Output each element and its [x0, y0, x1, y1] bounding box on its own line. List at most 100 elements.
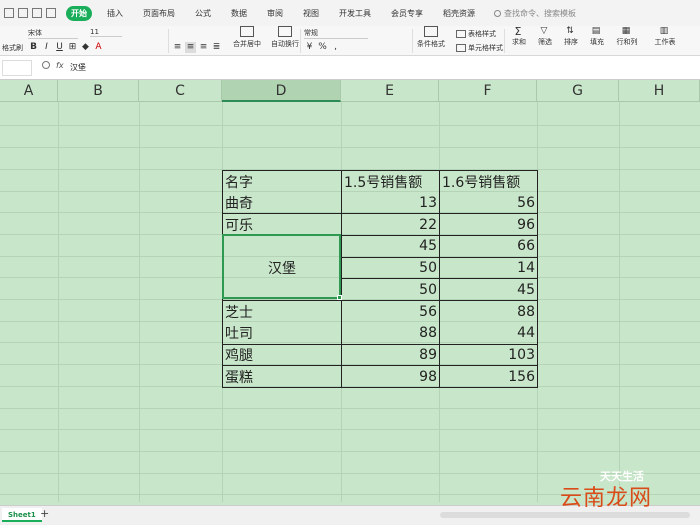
merge-icon: [240, 26, 254, 37]
sheet-tab-sheet1[interactable]: Sheet1: [2, 508, 42, 522]
cell-sales-1-5[interactable]: 98: [341, 365, 440, 388]
rows-columns-icon: ▦: [621, 26, 631, 36]
cell-sales-1-6[interactable]: 66: [439, 235, 538, 258]
tab-member[interactable]: 会员专享: [386, 6, 428, 21]
tab-page-layout[interactable]: 页面布局: [138, 6, 180, 21]
tab-data[interactable]: 数据: [226, 6, 252, 21]
column-header-f[interactable]: F: [439, 80, 537, 102]
bold-icon[interactable]: B: [28, 42, 39, 53]
redo-icon[interactable]: [46, 8, 56, 18]
column-header-h[interactable]: H: [619, 80, 700, 102]
cell-sales-1-5[interactable]: 89: [341, 343, 440, 367]
fill-color-icon[interactable]: ◆: [80, 42, 91, 53]
menu-bar: 开始 插入 页面布局 公式 数据 审阅 视图 开发工具 会员专享 稻壳资源 查找…: [0, 0, 700, 26]
print-icon[interactable]: [18, 8, 28, 18]
tab-resources[interactable]: 稻壳资源: [438, 6, 480, 21]
conditional-format-button[interactable]: 条件格式: [416, 26, 446, 49]
number-format-select[interactable]: 常规: [304, 28, 368, 39]
column-header-d[interactable]: D: [222, 80, 341, 102]
column-header-b[interactable]: B: [58, 80, 139, 102]
worksheet-button[interactable]: ▥ 工作表: [648, 26, 682, 47]
cell-sales-1-6[interactable]: 56: [439, 192, 538, 215]
cell-sales-1-5[interactable]: 50: [341, 256, 440, 280]
add-sheet-button[interactable]: +: [40, 507, 49, 520]
cell-name[interactable]: 曲奇: [222, 192, 342, 215]
cond-format-icon: [424, 26, 438, 37]
header-sales-1-5[interactable]: 1.5号销售额: [341, 170, 440, 193]
thousands-icon[interactable]: ,: [330, 42, 341, 53]
font-color-icon[interactable]: A: [93, 42, 104, 53]
sales-table: 名字 1.5号销售额 1.6号销售额 曲奇 13 56 可乐 22 96 汉堡 …: [222, 170, 538, 388]
cell-name[interactable]: 鸡腿: [222, 343, 342, 367]
justify-icon[interactable]: ≣: [211, 42, 222, 53]
cell-name[interactable]: 蛋糕: [222, 365, 342, 388]
cell-sales-1-5[interactable]: 13: [341, 192, 440, 215]
cell-name[interactable]: 可乐: [222, 213, 342, 237]
cell-sales-1-5[interactable]: 88: [341, 322, 440, 344]
fill-button[interactable]: ▤ 填充: [585, 26, 609, 47]
tab-start[interactable]: 开始: [66, 5, 92, 21]
filter-icon: ▽: [540, 26, 548, 36]
command-search[interactable]: 查找命令、搜索模板: [494, 8, 576, 19]
font-name-value: 宋体: [28, 29, 42, 37]
column-header-g[interactable]: G: [537, 80, 619, 102]
header-sales-1-6[interactable]: 1.6号销售额: [439, 170, 538, 193]
wrap-text-button[interactable]: 自动换行: [270, 26, 300, 49]
table-style-button[interactable]: 表格样式: [456, 29, 496, 39]
name-box[interactable]: [2, 60, 32, 76]
formula-input[interactable]: 汉堡: [70, 62, 86, 73]
zoom-icon[interactable]: [42, 61, 50, 69]
format-painter-label: 格式刷: [2, 44, 23, 52]
column-header-c[interactable]: C: [139, 80, 222, 102]
merge-center-button[interactable]: 合并居中: [230, 26, 264, 49]
align-right-icon[interactable]: ≡: [198, 42, 209, 53]
italic-icon[interactable]: I: [41, 42, 52, 53]
cell-name[interactable]: 吐司: [222, 322, 342, 344]
table-row: 蛋糕 98 156: [222, 365, 538, 388]
watermark-logo: 云南龙网: [560, 486, 653, 511]
header-name[interactable]: 名字: [222, 170, 342, 193]
undo-icon[interactable]: [32, 8, 42, 18]
column-header-a[interactable]: A: [0, 80, 58, 102]
cell-style-button[interactable]: 单元格样式: [456, 43, 503, 53]
cond-format-label: 条件格式: [417, 40, 445, 48]
font-name-select[interactable]: 宋体: [28, 28, 78, 39]
underline-icon[interactable]: U: [54, 42, 65, 53]
cell-sales-1-6[interactable]: 103: [439, 343, 538, 367]
column-header-e[interactable]: E: [341, 80, 439, 102]
save-icon[interactable]: [4, 8, 14, 18]
tab-view[interactable]: 视图: [298, 6, 324, 21]
fill-icon: ▤: [591, 26, 601, 36]
currency-icon[interactable]: ¥: [304, 42, 315, 53]
cell-sales-1-6[interactable]: 156: [439, 365, 538, 388]
cell-sales-1-6[interactable]: 88: [439, 300, 538, 323]
cell-name[interactable]: 芝士: [222, 300, 342, 323]
font-size-select[interactable]: 11: [90, 28, 122, 37]
sort-button[interactable]: ⇅ 排序: [559, 26, 583, 47]
tab-formulas[interactable]: 公式: [190, 6, 216, 21]
filter-button[interactable]: ▽ 筛选: [533, 26, 557, 47]
border-icon[interactable]: ⊞: [67, 42, 78, 53]
tab-review[interactable]: 审阅: [262, 6, 288, 21]
fx-icon[interactable]: fx: [56, 61, 64, 70]
sum-button[interactable]: Σ 求和: [507, 26, 531, 47]
percent-icon[interactable]: %: [317, 42, 328, 53]
cell-sales-1-6[interactable]: 96: [439, 213, 538, 237]
tab-developer[interactable]: 开发工具: [334, 6, 376, 21]
column-headers: A B C D E F G H: [0, 80, 700, 102]
tab-insert[interactable]: 插入: [102, 6, 128, 21]
cell-sales-1-5[interactable]: 50: [341, 278, 440, 302]
merged-cell-hamburger[interactable]: 汉堡: [222, 235, 342, 302]
cell-sales-1-6[interactable]: 45: [439, 278, 538, 302]
rows-columns-button[interactable]: ▦ 行和列: [610, 26, 644, 47]
cell-sales-1-6[interactable]: 14: [439, 256, 538, 280]
align-left-icon[interactable]: ≡: [172, 42, 183, 53]
horizontal-scrollbar[interactable]: [440, 512, 690, 518]
cell-sales-1-5[interactable]: 22: [341, 213, 440, 237]
cell-sales-1-5[interactable]: 56: [341, 300, 440, 323]
align-center-icon[interactable]: ≡: [185, 42, 196, 53]
cell-sales-1-6[interactable]: 44: [439, 322, 538, 344]
format-painter-button[interactable]: 格式刷: [2, 43, 23, 53]
cell-sales-1-5[interactable]: 45: [341, 235, 440, 258]
sum-label: 求和: [512, 38, 526, 46]
